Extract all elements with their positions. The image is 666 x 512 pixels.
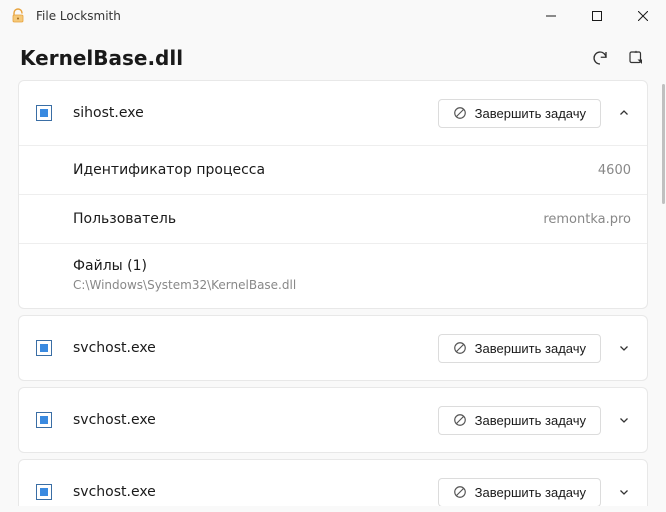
process-name: svchost.exe xyxy=(73,340,156,356)
process-row[interactable]: svchost.exe Завершить задачу xyxy=(19,460,647,506)
header: KernelBase.dll xyxy=(0,32,666,80)
files-path: C:\Windows\System32\KernelBase.dll xyxy=(73,278,631,292)
process-list: sihost.exe Завершить задачу Идентификато… xyxy=(0,80,666,506)
user-value: remontka.pro xyxy=(543,212,631,227)
process-icon xyxy=(35,483,53,501)
detail-files: Файлы (1) C:\Windows\System32\KernelBase… xyxy=(19,244,647,308)
window-title: File Locksmith xyxy=(36,9,121,23)
scrollbar[interactable] xyxy=(662,84,665,204)
process-row[interactable]: svchost.exe Завершить задачу xyxy=(19,388,647,452)
user-label: Пользователь xyxy=(73,211,176,227)
process-card: svchost.exe Завершить задачу xyxy=(18,459,648,506)
end-task-button[interactable]: Завершить задачу xyxy=(438,478,601,507)
chevron-down-icon xyxy=(617,485,631,499)
header-actions xyxy=(590,48,646,68)
minimize-button[interactable] xyxy=(528,0,574,32)
window-controls xyxy=(528,0,666,32)
process-icon xyxy=(35,411,53,429)
process-icon xyxy=(35,339,53,357)
detail-pid: Идентификатор процесса 4600 xyxy=(19,146,647,195)
process-name: svchost.exe xyxy=(73,412,156,428)
end-task-label: Завершить задачу xyxy=(475,341,586,356)
process-details: Идентификатор процесса 4600 Пользователь… xyxy=(19,145,647,308)
process-row[interactable]: sihost.exe Завершить задачу xyxy=(19,81,647,145)
detail-user: Пользователь remontka.pro xyxy=(19,195,647,244)
page-title: KernelBase.dll xyxy=(20,46,183,70)
prohibit-icon xyxy=(453,341,467,355)
pid-value: 4600 xyxy=(598,163,631,178)
prohibit-icon xyxy=(453,485,467,499)
end-task-label: Завершить задачу xyxy=(475,106,586,121)
refresh-icon[interactable] xyxy=(590,48,610,68)
end-task-button[interactable]: Завершить задачу xyxy=(438,334,601,363)
process-icon xyxy=(35,104,53,122)
end-task-button[interactable]: Завершить задачу xyxy=(438,406,601,435)
maximize-button[interactable] xyxy=(574,0,620,32)
process-card: svchost.exe Завершить задачу xyxy=(18,315,648,381)
process-card: svchost.exe Завершить задачу xyxy=(18,387,648,453)
prohibit-icon xyxy=(453,106,467,120)
files-label: Файлы (1) xyxy=(73,258,631,274)
end-task-button[interactable]: Завершить задачу xyxy=(438,99,601,128)
admin-restart-icon[interactable] xyxy=(626,48,646,68)
process-row[interactable]: svchost.exe Завершить задачу xyxy=(19,316,647,380)
chevron-up-icon xyxy=(617,106,631,120)
titlebar: File Locksmith xyxy=(0,0,666,32)
end-task-label: Завершить задачу xyxy=(475,485,586,500)
app-icon xyxy=(10,8,26,24)
chevron-down-icon xyxy=(617,341,631,355)
process-name: sihost.exe xyxy=(73,105,144,121)
prohibit-icon xyxy=(453,413,467,427)
process-card: sihost.exe Завершить задачу Идентификато… xyxy=(18,80,648,309)
pid-label: Идентификатор процесса xyxy=(73,162,265,178)
chevron-down-icon xyxy=(617,413,631,427)
close-button[interactable] xyxy=(620,0,666,32)
process-name: svchost.exe xyxy=(73,484,156,500)
end-task-label: Завершить задачу xyxy=(475,413,586,428)
